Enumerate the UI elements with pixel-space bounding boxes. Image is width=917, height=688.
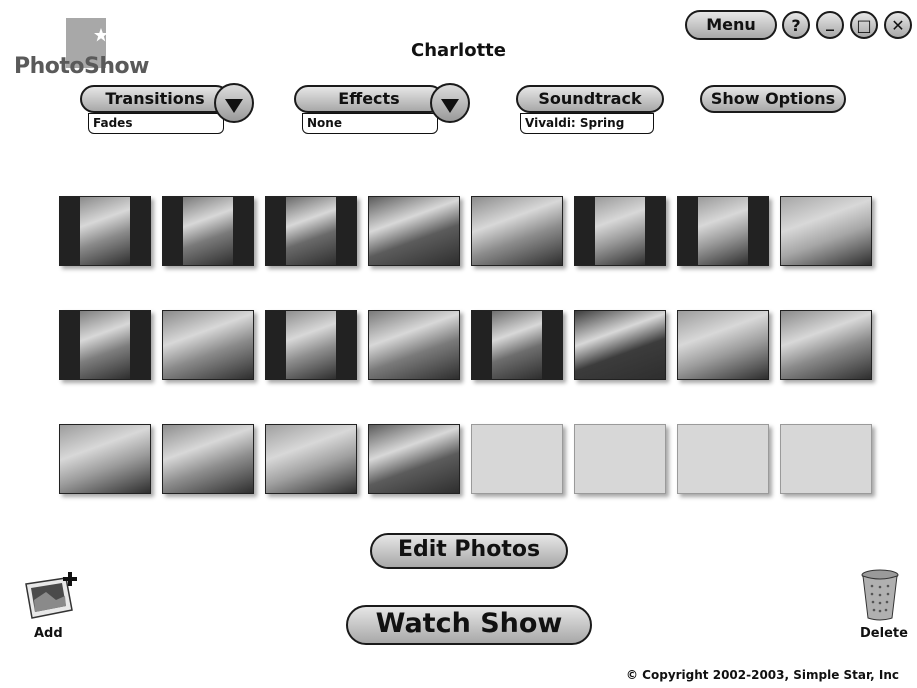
edit-photos-button[interactable]: Edit Photos <box>370 533 568 569</box>
empty-photo-slot[interactable] <box>574 424 666 494</box>
photo-thumbnail[interactable] <box>59 196 151 266</box>
photo-image <box>163 311 253 379</box>
photo-image <box>369 425 459 493</box>
maximize-button[interactable]: □ <box>850 11 878 39</box>
photo-image <box>183 197 233 265</box>
photo-image <box>369 311 459 379</box>
effects-dropdown-button[interactable] <box>430 83 470 123</box>
transitions-button[interactable]: Transitions <box>80 85 230 113</box>
photo-thumbnail[interactable] <box>677 310 769 380</box>
dropdown-arrow-icon <box>225 99 243 113</box>
empty-photo-slot[interactable] <box>677 424 769 494</box>
photo-thumbnail[interactable] <box>574 310 666 380</box>
soundtrack-button[interactable]: Soundtrack <box>516 85 664 113</box>
photo-thumbnail[interactable] <box>162 310 254 380</box>
photo-thumbnail[interactable] <box>265 310 357 380</box>
soundtrack-value[interactable]: Vivaldi: Spring <box>520 113 654 134</box>
photo-image <box>678 311 768 379</box>
minimize-icon: _ <box>826 11 834 31</box>
photo-image <box>60 425 150 493</box>
copyright-text: © Copyright 2002-2003, Simple Star, Inc <box>626 668 899 682</box>
transitions-dropdown-button[interactable] <box>214 83 254 123</box>
empty-photo-slot[interactable] <box>780 424 872 494</box>
close-icon: ✕ <box>891 15 905 35</box>
effects-button[interactable]: Effects <box>294 85 444 113</box>
photo-image <box>781 197 871 265</box>
photo-thumbnail[interactable] <box>368 424 460 494</box>
show-options-button[interactable]: Show Options <box>700 85 846 113</box>
photo-thumbnail[interactable] <box>368 310 460 380</box>
photo-thumbnail[interactable] <box>780 196 872 266</box>
maximize-icon: □ <box>856 15 872 35</box>
show-title: Charlotte <box>410 40 506 61</box>
photo-image <box>80 311 130 379</box>
photo-image <box>781 311 871 379</box>
add-photos-control[interactable]: Add <box>18 568 88 648</box>
trash-can-icon <box>861 569 899 621</box>
photo-image <box>80 197 130 265</box>
delete-label: Delete <box>860 626 908 641</box>
add-photos-icon <box>25 572 77 619</box>
empty-photo-slot[interactable] <box>471 424 563 494</box>
photo-image <box>575 311 665 379</box>
photo-image <box>472 197 562 265</box>
transitions-value[interactable]: Fades <box>88 113 224 134</box>
effects-value[interactable]: None <box>302 113 438 134</box>
photo-image <box>492 311 542 379</box>
photo-image <box>369 197 459 265</box>
photo-thumbnail[interactable] <box>59 424 151 494</box>
dropdown-arrow-icon <box>441 99 459 113</box>
photo-image <box>163 425 253 493</box>
photo-thumbnail[interactable] <box>368 196 460 266</box>
photo-thumbnail[interactable] <box>162 424 254 494</box>
close-button[interactable]: ✕ <box>884 11 912 39</box>
menu-button[interactable]: Menu <box>685 10 777 40</box>
photo-thumbnail[interactable] <box>471 196 563 266</box>
photo-thumbnail[interactable] <box>265 196 357 266</box>
watch-show-button[interactable]: Watch Show <box>346 605 592 645</box>
photo-image <box>286 311 336 379</box>
add-label: Add <box>34 626 63 641</box>
minimize-button[interactable]: _ <box>816 11 844 39</box>
photo-thumbnail[interactable] <box>677 196 769 266</box>
photo-thumbnail[interactable] <box>574 196 666 266</box>
help-button[interactable]: ? <box>782 11 810 39</box>
help-icon: ? <box>791 15 801 35</box>
photo-thumbnail[interactable] <box>780 310 872 380</box>
photo-thumbnail[interactable] <box>162 196 254 266</box>
delete-control[interactable]: Delete <box>850 568 912 648</box>
photo-image <box>595 197 645 265</box>
photo-thumbnail[interactable] <box>59 310 151 380</box>
photo-image <box>286 197 336 265</box>
photo-thumbnail[interactable] <box>471 310 563 380</box>
photo-thumbnail[interactable] <box>265 424 357 494</box>
photo-image <box>698 197 748 265</box>
photo-image <box>266 425 356 493</box>
